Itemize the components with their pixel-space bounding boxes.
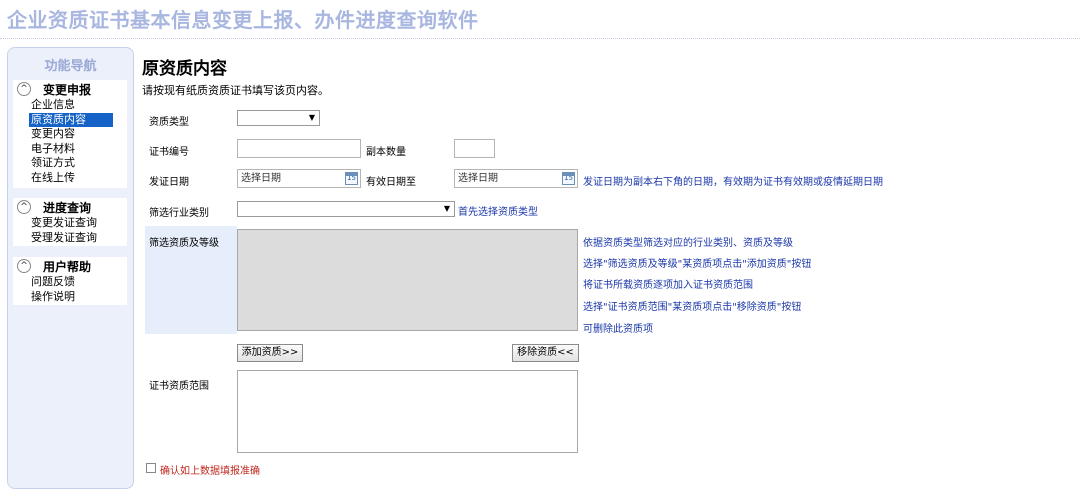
sidebar-item-accept-issue-query[interactable]: 受理发证查询 bbox=[31, 231, 127, 246]
date-placeholder: 选择日期 bbox=[458, 173, 498, 184]
sidebar-item-electronic-materials[interactable]: 电子材料 bbox=[31, 142, 127, 157]
sidebar-item-online-upload[interactable]: 在线上传 bbox=[31, 171, 127, 186]
qual-level-listbox[interactable] bbox=[237, 229, 578, 331]
confirm-label: 确认如上数据填报准确 bbox=[160, 466, 260, 477]
copies-input[interactable] bbox=[454, 139, 495, 158]
qual-hint: 将证书所载资质逐项加入证书资质范围 bbox=[583, 280, 753, 291]
nav-group-header[interactable]: ^ 用户帮助 bbox=[13, 257, 127, 275]
page-description: 请按现有纸质资质证书填写该页内容。 bbox=[142, 84, 329, 97]
nav-group-change-report: ^ 变更申报 企业信息 原资质内容 变更内容 电子材料 领证方式 在线上传 bbox=[13, 80, 127, 188]
qual-type-select[interactable]: ▼ bbox=[237, 110, 320, 126]
add-qualification-button[interactable]: 添加资质>> bbox=[237, 344, 303, 362]
copies-label: 副本数量 bbox=[366, 147, 406, 158]
nav-group-progress-query: ^ 进度查询 变更发证查询 受理发证查询 bbox=[13, 198, 127, 246]
cert-no-label: 证书编号 bbox=[149, 147, 189, 158]
sidebar-item-change-content[interactable]: 变更内容 bbox=[31, 127, 127, 142]
dropdown-arrow-icon: ▼ bbox=[443, 204, 450, 213]
header-divider bbox=[0, 38, 1080, 39]
collapse-icon[interactable]: ^ bbox=[17, 82, 31, 96]
remove-qualification-button[interactable]: 移除资质<< bbox=[512, 344, 579, 362]
nav-group-header[interactable]: ^ 变更申报 bbox=[13, 80, 127, 98]
calendar-icon[interactable]: 15 bbox=[562, 172, 575, 185]
app-title: 企业资质证书基本信息变更上报、办件进度查询软件 bbox=[7, 8, 479, 32]
sidebar-title: 功能导航 bbox=[44, 59, 97, 74]
date-placeholder: 选择日期 bbox=[241, 173, 281, 184]
sidebar-nav: 功能导航 ^ 变更申报 企业信息 原资质内容 变更内容 电子材料 领证方式 在线… bbox=[7, 47, 134, 489]
cert-no-input[interactable] bbox=[237, 139, 361, 158]
qual-hint: 选择"证书资质范围"某资质项点击"移除资质"按钮 bbox=[583, 302, 802, 313]
valid-until-input[interactable]: 选择日期 15 bbox=[454, 169, 578, 188]
issue-date-input[interactable]: 选择日期 15 bbox=[237, 169, 361, 188]
valid-until-label: 有效日期至 bbox=[366, 177, 416, 188]
cert-scope-label: 证书资质范围 bbox=[149, 381, 209, 392]
sidebar-item-feedback[interactable]: 问题反馈 bbox=[31, 275, 127, 290]
collapse-icon[interactable]: ^ bbox=[17, 200, 31, 214]
sidebar-item-instructions[interactable]: 操作说明 bbox=[31, 290, 127, 305]
collapse-icon[interactable]: ^ bbox=[17, 259, 31, 273]
issue-date-label: 发证日期 bbox=[149, 177, 189, 188]
industry-label: 筛选行业类别 bbox=[149, 208, 209, 219]
sidebar-item-original-qualification[interactable]: 原资质内容 bbox=[29, 112, 113, 127]
nav-group-label: 变更申报 bbox=[43, 83, 92, 97]
industry-select[interactable]: ▼ bbox=[237, 201, 455, 217]
nav-group-header[interactable]: ^ 进度查询 bbox=[13, 198, 127, 216]
date-hint: 发证日期为副本右下角的日期，有效期为证书有效期或疫情延期日期 bbox=[583, 177, 883, 188]
dropdown-arrow-icon: ▼ bbox=[308, 113, 315, 122]
qual-level-label: 筛选资质及等级 bbox=[149, 238, 219, 249]
qual-hint: 可删除此资质项 bbox=[583, 324, 653, 335]
qual-hint: 选择"筛选资质及等级"某资质项点击"添加资质"按钮 bbox=[583, 259, 812, 270]
sidebar-item-company-info[interactable]: 企业信息 bbox=[31, 98, 127, 113]
cert-scope-listbox[interactable] bbox=[237, 370, 578, 453]
qual-hint: 依据资质类型筛选对应的行业类别、资质及等级 bbox=[583, 238, 793, 249]
calendar-icon[interactable]: 15 bbox=[345, 172, 358, 185]
qual-type-label: 资质类型 bbox=[149, 117, 189, 128]
nav-group-label: 进度查询 bbox=[43, 201, 92, 215]
nav-group-label: 用户帮助 bbox=[43, 260, 92, 274]
sidebar-item-change-issue-query[interactable]: 变更发证查询 bbox=[31, 216, 127, 231]
sidebar-item-pickup-method[interactable]: 领证方式 bbox=[31, 156, 127, 171]
nav-group-user-help: ^ 用户帮助 问题反馈 操作说明 bbox=[13, 257, 127, 305]
confirm-checkbox[interactable] bbox=[146, 463, 156, 473]
industry-hint: 首先选择资质类型 bbox=[458, 207, 538, 218]
page-title: 原资质内容 bbox=[142, 59, 227, 79]
